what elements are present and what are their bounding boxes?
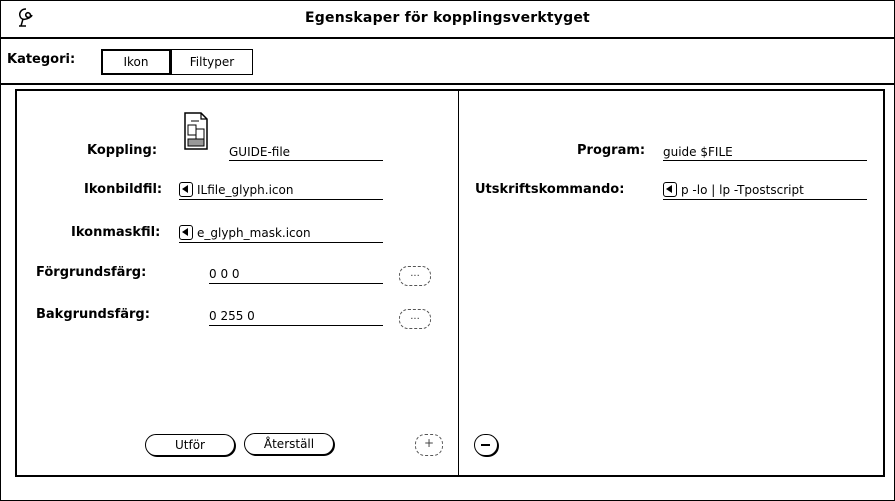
ikonbildfil-field[interactable]: ILfile_glyph.icon [197, 183, 293, 197]
utskrift-field[interactable]: p -lo | lp -Tpostscript [681, 183, 804, 197]
reset-button-label: Återställ [263, 437, 315, 451]
ikonmaskfil-scroll-left-icon[interactable] [179, 225, 193, 240]
bakgrundsfarg-chooser-label: ... [410, 311, 420, 322]
utskrift-label: Utskriftskommando: [475, 182, 625, 197]
remove-button[interactable] [474, 434, 498, 456]
forgrundsfarg-label: Förgrundsfärg: [36, 265, 147, 280]
ikonmaskfil-label: Ikonmaskfil: [71, 225, 161, 240]
category-row: Kategori: Ikon Filtyper [1, 39, 894, 85]
apply-button[interactable]: Utför [145, 434, 235, 456]
forgrundsfarg-chooser-label: ... [410, 268, 420, 279]
bakgrundsfarg-chooser-button[interactable]: ... [399, 309, 431, 329]
forgrundsfarg-underline [209, 283, 383, 284]
koppling-field[interactable]: GUIDE-file [229, 145, 290, 159]
forgrundsfarg-chooser-button[interactable]: ... [399, 266, 431, 286]
bakgrundsfarg-label: Bakgrundsfärg: [36, 307, 150, 322]
category-option-filtyper[interactable]: Filtyper [171, 49, 253, 75]
bakgrundsfarg-underline [209, 325, 383, 326]
window-title: Egenskaper för kopplingsverktyget [305, 10, 590, 26]
category-label: Kategori: [7, 52, 76, 67]
program-field[interactable]: guide $FILE [663, 145, 733, 159]
ikonbildfil-label: Ikonbildfil: [84, 182, 163, 197]
forgrundsfarg-field[interactable]: 0 0 0 [209, 267, 240, 281]
utskrift-scroll-left-icon[interactable] [663, 182, 677, 197]
category-option-ikon[interactable]: Ikon [101, 49, 171, 75]
utskrift-underline [663, 199, 867, 200]
file-glyph-icon [184, 112, 208, 150]
category-option-filtyper-label: Filtyper [189, 55, 235, 69]
ikonbildfil-scroll-left-icon[interactable] [179, 182, 193, 197]
program-label: Program: [577, 143, 646, 158]
ikonmaskfil-field[interactable]: e_glyph_mask.icon [197, 226, 311, 240]
bakgrundsfarg-field[interactable]: 0 255 0 [209, 309, 255, 323]
ikonmaskfil-underline [179, 242, 383, 243]
apply-button-label: Utför [175, 438, 205, 452]
main-panel: Koppling: GUIDE-file Ikonbildfil: ILfile… [15, 89, 885, 477]
reset-button[interactable]: Återställ [244, 433, 334, 455]
plus-icon: + [423, 436, 435, 450]
category-option-ikon-label: Ikon [123, 55, 149, 69]
title-bar: Egenskaper för kopplingsverktyget [1, 1, 894, 39]
properties-window: Egenskaper för kopplingsverktyget Katego… [0, 0, 895, 501]
program-underline [663, 160, 867, 161]
koppling-underline [229, 160, 383, 161]
panel-divider [458, 91, 459, 475]
koppling-label: Koppling: [87, 143, 158, 158]
add-button[interactable]: + [415, 434, 443, 456]
ikonbildfil-underline [179, 199, 383, 200]
